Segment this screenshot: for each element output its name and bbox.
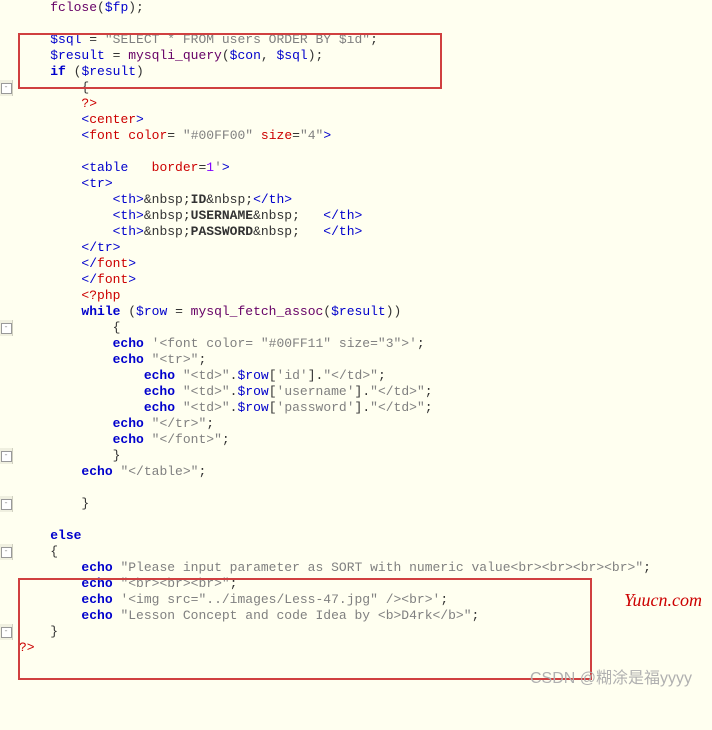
code-line: fclose($fp);	[0, 0, 712, 16]
fold-icon[interactable]: -	[1, 451, 12, 462]
fold-icon[interactable]: -	[1, 83, 12, 94]
code-line: - {	[0, 320, 712, 336]
code-line: </font>	[0, 256, 712, 272]
code-content: }	[13, 624, 58, 640]
code-line: <center>	[0, 112, 712, 128]
code-content: }	[13, 448, 120, 464]
code-line: </font>	[0, 272, 712, 288]
code-block: fclose($fp); $sql = "SELECT * FROM users…	[0, 0, 712, 656]
code-content: <table border=1'>	[13, 160, 230, 176]
code-line	[0, 512, 712, 528]
code-line: $sql = "SELECT * FROM users ORDER BY $id…	[0, 32, 712, 48]
code-line: echo '<font color= "#00FF11" size="3">';	[0, 336, 712, 352]
code-content: else	[13, 528, 81, 544]
code-content: <th>&nbsp;USERNAME&nbsp; </th>	[13, 208, 362, 224]
code-content: <th>&nbsp;PASSWORD&nbsp; </th>	[13, 224, 362, 240]
fold-icon[interactable]: -	[1, 627, 12, 638]
code-content: {	[13, 320, 120, 336]
code-content: echo "</font>";	[13, 432, 230, 448]
fold-icon[interactable]: -	[1, 499, 12, 510]
code-line: - {	[0, 80, 712, 96]
code-line: <table border=1'>	[0, 160, 712, 176]
code-line: echo "Please input parameter as SORT wit…	[0, 560, 712, 576]
code-content: ?>	[13, 640, 35, 656]
code-content: }	[13, 496, 89, 512]
fold-icon[interactable]: -	[1, 323, 12, 334]
code-line: if ($result)	[0, 64, 712, 80]
code-content: echo "<td>".$row['id']."</td>";	[13, 368, 386, 384]
code-content: <center>	[13, 112, 144, 128]
code-content: <th>&nbsp;ID&nbsp;</th>	[13, 192, 292, 208]
code-content: echo "</tr>";	[13, 416, 214, 432]
code-content: echo "Please input parameter as SORT wit…	[13, 560, 651, 576]
fold-gutter: -	[0, 80, 13, 96]
code-content: </tr>	[13, 240, 120, 256]
code-content: if ($result)	[13, 64, 144, 80]
code-content: ?>	[13, 96, 97, 112]
code-line: echo "<br><br><br>";	[0, 576, 712, 592]
code-line: - }	[0, 448, 712, 464]
watermark-csdn: CSDN @糊涂是福yyyy	[530, 664, 692, 688]
fold-gutter: -	[0, 496, 13, 512]
code-line: echo "<tr>";	[0, 352, 712, 368]
code-line: while ($row = mysql_fetch_assoc($result)…	[0, 304, 712, 320]
code-line: <tr>	[0, 176, 712, 192]
code-content: echo "<td>".$row['username']."</td>";	[13, 384, 433, 400]
code-content: echo "<td>".$row['password']."</td>";	[13, 400, 433, 416]
fold-icon[interactable]: -	[1, 547, 12, 558]
code-line	[0, 16, 712, 32]
code-line	[0, 480, 712, 496]
code-line: - }	[0, 496, 712, 512]
code-line: </tr>	[0, 240, 712, 256]
code-line: <th>&nbsp;PASSWORD&nbsp; </th>	[0, 224, 712, 240]
code-line: ?>	[0, 96, 712, 112]
code-content: echo '<img src="../images/Less-47.jpg" /…	[13, 592, 448, 608]
fold-gutter: -	[0, 320, 13, 336]
fold-gutter: -	[0, 448, 13, 464]
code-content: </font>	[13, 256, 136, 272]
code-content: {	[13, 544, 58, 560]
code-content: <tr>	[13, 176, 113, 192]
code-content: echo "</table>";	[13, 464, 206, 480]
code-content: while ($row = mysql_fetch_assoc($result)…	[13, 304, 401, 320]
code-line: - {	[0, 544, 712, 560]
code-line: <font color= "#00FF00" size="4">	[0, 128, 712, 144]
code-line: echo "</font>";	[0, 432, 712, 448]
code-content: $result = mysqli_query($con, $sql);	[13, 48, 323, 64]
code-line: <?php	[0, 288, 712, 304]
code-content: </font>	[13, 272, 136, 288]
code-content: echo "Lesson Concept and code Idea by <b…	[13, 608, 479, 624]
code-line: ?>	[0, 640, 712, 656]
code-line: else	[0, 528, 712, 544]
code-line: <th>&nbsp;ID&nbsp;</th>	[0, 192, 712, 208]
code-content: echo "<br><br><br>";	[13, 576, 237, 592]
code-line: echo "<td>".$row['id']."</td>";	[0, 368, 712, 384]
code-line: - }	[0, 624, 712, 640]
code-content: echo "<tr>";	[13, 352, 206, 368]
fold-gutter: -	[0, 544, 13, 560]
code-content: {	[13, 80, 89, 96]
code-content: echo '<font color= "#00FF11" size="3">';	[13, 336, 425, 352]
code-line: $result = mysqli_query($con, $sql);	[0, 48, 712, 64]
code-content: $sql = "SELECT * FROM users ORDER BY $id…	[13, 32, 378, 48]
code-line: echo "<td>".$row['username']."</td>";	[0, 384, 712, 400]
code-line	[0, 144, 712, 160]
code-line: echo "</table>";	[0, 464, 712, 480]
code-content: fclose($fp);	[13, 0, 144, 16]
code-content: <?php	[13, 288, 120, 304]
watermark-site: Yuucn.com	[624, 590, 702, 611]
code-content: <font color= "#00FF00" size="4">	[13, 128, 331, 144]
code-line: echo '<img src="../images/Less-47.jpg" /…	[0, 592, 712, 608]
code-line: <th>&nbsp;USERNAME&nbsp; </th>	[0, 208, 712, 224]
code-line: echo "</tr>";	[0, 416, 712, 432]
fold-gutter: -	[0, 624, 13, 640]
code-line: echo "Lesson Concept and code Idea by <b…	[0, 608, 712, 624]
code-line: echo "<td>".$row['password']."</td>";	[0, 400, 712, 416]
